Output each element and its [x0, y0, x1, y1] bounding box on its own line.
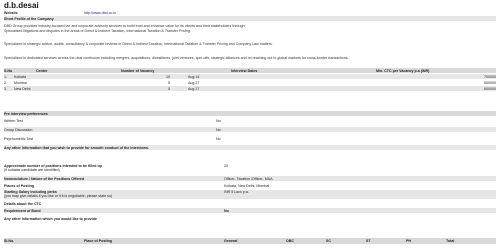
preference-value: No: [216, 118, 221, 123]
detail-row: Nomenclature / Nature of the Positions O…: [4, 176, 496, 181]
header-centre: Centre: [36, 68, 48, 73]
header-st: ST: [366, 239, 371, 243]
row-vacancy: 10: [166, 74, 170, 79]
website-link[interactable]: http://www.dbd.co.in: [84, 11, 116, 15]
detail-sub: (if suitable candidate are identified): [4, 168, 60, 172]
detail-row: Details about the CTC: [4, 201, 496, 206]
preference-value: No: [216, 127, 221, 132]
row-vacancy: 5: [168, 80, 170, 85]
detail-label: Nomenclature / Nature of the Positions O…: [4, 176, 85, 181]
table-row: 2. Mumbai 5 Aug 27 500000: [4, 80, 496, 85]
detail-row: Requirement of Bond No: [4, 208, 496, 213]
preferences-other-info: Any other information that you wish to p…: [4, 145, 496, 150]
row-ctc: 700000: [484, 74, 496, 79]
detail-row: Places of Posting Kolkata, New Delhi, Mu…: [4, 183, 496, 188]
detail-sub: (you may give details if you like or if …: [4, 194, 113, 198]
header-dates: Interview Dates: [231, 68, 258, 73]
detail-label: Any other information which you would li…: [4, 216, 97, 221]
row-date: Aug 14: [188, 74, 200, 79]
detail-value: Kolkata, New Delhi, Mumbai: [224, 183, 270, 188]
detail-label: Requirement of Bond: [4, 208, 41, 213]
detail-value: No: [224, 208, 229, 213]
header-sc: SC: [326, 239, 331, 243]
preferences-heading: Pre interview preferences: [4, 111, 496, 116]
preferences-heading-label: Pre interview preferences: [4, 111, 48, 116]
profile-paragraph-3: Specialized in strategic advice, audits,…: [4, 42, 273, 46]
row-centre: Mumbai: [14, 80, 27, 85]
detail-value: INR 5 Lacs p.a.: [224, 190, 249, 194]
preference-row: Written Test No: [4, 118, 496, 123]
header-ctc: Min. CTC per Vacancy p.a (INR): [376, 68, 430, 73]
header-place: Place of Posting: [84, 239, 112, 243]
preference-value: No: [216, 136, 221, 141]
vacancy-table-header: S.No Centre Number of Vacancy Interview …: [4, 68, 496, 73]
header-ph: PH: [406, 239, 411, 243]
table-row: 1. Kolkata 10 Aug 14 700000: [4, 74, 496, 79]
preference-label: Written Test: [4, 118, 23, 123]
detail-label: Details about the CTC: [4, 201, 42, 206]
detail-row: Any other information which you would li…: [4, 216, 496, 221]
row-sno: 3.: [4, 86, 7, 91]
row-vacancy: 5: [168, 86, 170, 91]
profile-paragraph-1: DBD Group provides industry-focused tax …: [4, 24, 246, 28]
table-row: 3. New Delhi 5 Aug 27 600000: [4, 86, 496, 91]
header-obc: OBC: [286, 239, 294, 243]
profile-heading: Short Profile of the Company: [4, 16, 54, 21]
preference-label: Psychometric Test: [4, 136, 34, 141]
preference-row: Psychometric Test No: [4, 136, 496, 141]
row-date: Aug 27: [188, 86, 200, 91]
detail-label: Places of Posting: [4, 183, 34, 188]
detail-value: Officer- Taxation /Officer- M&A: [224, 176, 273, 181]
header-slno: Sl.No.: [4, 239, 15, 243]
row-sno: 2.: [4, 80, 7, 85]
row-sno: 1.: [4, 74, 7, 79]
company-name: d.b.desai: [4, 1, 39, 10]
profile-paragraph-2: Specialized litigations and disputes in …: [4, 29, 192, 33]
detail-value: 20: [224, 164, 228, 168]
detail-row: Starting Salary including perks (you may…: [4, 190, 496, 199]
header-total: Total: [446, 239, 455, 243]
row-date: Aug 27: [188, 80, 200, 85]
row-centre: New Delhi: [14, 86, 31, 91]
preference-label: Group Discussion: [4, 127, 33, 132]
posting-table-header: Sl.No. Place of Posting General OBC SC S…: [4, 238, 496, 244]
profile-paragraph-4: Specialized in dedicated services across…: [4, 56, 349, 60]
preferences-other-info-label: Any other information that you wish to p…: [4, 145, 149, 150]
preference-row: Group Discussion No: [4, 127, 496, 132]
row-centre: Kolkata: [14, 74, 26, 79]
row-ctc: 600000: [484, 86, 496, 91]
detail-row: Approximate number of positions intended…: [4, 164, 496, 173]
header-general: General: [224, 239, 238, 243]
header-vacancy: Number of Vacancy: [121, 68, 155, 73]
header-sno: S.No: [4, 68, 13, 73]
website-label: Website: [4, 10, 18, 15]
row-ctc: 500000: [484, 80, 496, 85]
